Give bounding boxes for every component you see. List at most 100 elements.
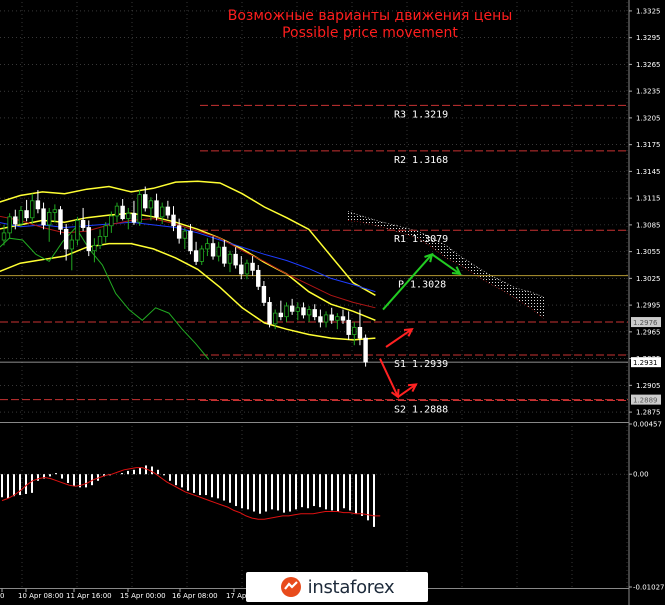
- candle-bear: [63, 228, 69, 250]
- time-tick-label: 16 Apr 08:00: [172, 592, 218, 600]
- candle-bear: [176, 225, 182, 239]
- time-tick-label: 10 Apr 08:00: [18, 592, 64, 600]
- candle-bear: [165, 206, 171, 216]
- candle-bear: [41, 208, 46, 226]
- price-tick-label: 1.2875: [636, 409, 661, 417]
- candle-bear: [340, 316, 346, 321]
- time-tick-label: 0: [0, 592, 4, 600]
- price-tick-label: 1.2905: [636, 382, 661, 390]
- brand-mark-icon: [280, 577, 301, 597]
- price-tick-label: 1.3085: [636, 221, 661, 229]
- candle-bull: [199, 248, 204, 262]
- candle-bull: [205, 243, 210, 250]
- candle-bull: [103, 225, 108, 237]
- indicator-lines: [0, 180, 376, 360]
- candle-bull: [244, 262, 250, 275]
- candle-bull: [306, 309, 312, 316]
- price-tick-label: 1.3235: [636, 88, 661, 96]
- candle-bear: [13, 216, 18, 225]
- price-tick-label: 1.2995: [636, 302, 661, 310]
- arrow-bounce-leg: [385, 328, 413, 348]
- level-label-r3: R3 1.3219: [394, 109, 448, 120]
- candle-bear: [188, 230, 193, 252]
- candle-bull: [1, 232, 7, 241]
- candle-bull: [159, 206, 165, 218]
- candle-bear: [233, 253, 238, 266]
- price-tag-label: 1.2976: [633, 319, 658, 327]
- candle-bear: [120, 205, 125, 220]
- candle-bear: [24, 210, 29, 219]
- price-tick-label: 1.3025: [636, 275, 661, 283]
- candle-bull: [52, 209, 58, 213]
- candle-bear: [86, 227, 91, 252]
- candle-bear: [154, 200, 159, 218]
- oscillator-panel: [0, 465, 628, 527]
- chart-title-en: Possible price movement: [282, 25, 458, 41]
- candle-bear: [318, 316, 323, 323]
- brand-name: instaforex: [307, 576, 395, 598]
- price-tick-label: 1.3205: [636, 114, 661, 122]
- bollinger-middle: [0, 212, 376, 321]
- time-tick-label: 11 Apr 16:00: [66, 592, 112, 600]
- candle-bull: [352, 326, 357, 335]
- candle-bull: [97, 236, 103, 246]
- level-label-s1: S1 1.2939: [394, 359, 448, 370]
- candle-bull: [92, 244, 97, 252]
- candle-bear: [261, 285, 267, 303]
- candle-bear: [239, 264, 244, 275]
- candle-bull: [30, 200, 35, 219]
- candle-bull: [69, 239, 74, 250]
- osc-tick-label: 0.00457: [633, 421, 662, 429]
- candle-bull: [148, 200, 154, 209]
- candle-bear: [312, 309, 317, 318]
- candle-bear: [329, 314, 334, 321]
- candle-bull: [227, 253, 233, 264]
- candle-bull: [335, 316, 340, 321]
- price-tick-label: 1.3265: [636, 61, 661, 69]
- candle-bear: [131, 212, 137, 223]
- candle-bear: [267, 302, 272, 325]
- candle-bear: [222, 246, 227, 264]
- bollinger-lower: [0, 242, 376, 341]
- candle-bull: [18, 210, 24, 225]
- candle-bull: [216, 246, 221, 257]
- candle-bear: [357, 326, 363, 339]
- osc-signal-line: [1, 467, 381, 520]
- candle-bull: [272, 312, 278, 325]
- candle-bear: [80, 220, 86, 228]
- level-label-r2: R2 1.3168: [394, 155, 448, 166]
- candle-bull: [323, 314, 329, 323]
- level-label-r1: R1 1.3079: [394, 234, 448, 245]
- candle-bull: [295, 307, 300, 312]
- time-axis: 0 10 Apr 08:00 11 Apr 16:00 15 Apr 00:00 16 …: [0, 588, 247, 600]
- candle-bear: [301, 307, 306, 316]
- price-tick-label: 1.3175: [636, 141, 661, 149]
- price-tick-label: 1.3055: [636, 248, 661, 256]
- candle-bear: [171, 214, 176, 227]
- price-tag-label: 1.2931: [633, 359, 658, 367]
- candles: [1, 186, 368, 367]
- price-chart: R3 1.3219R2 1.3168R1 1.3079P 1.3028S1 1.…: [0, 0, 664, 605]
- candle-bull: [182, 230, 187, 239]
- slow-line: [0, 215, 376, 309]
- candle-bull: [7, 216, 12, 234]
- candle-bull: [284, 305, 289, 318]
- level-label-s2: S2 1.2888: [394, 404, 448, 415]
- candle-bear: [363, 337, 368, 363]
- candle-bull: [137, 194, 142, 223]
- price-tick-label: 1.3145: [636, 168, 661, 176]
- candle-bull: [126, 212, 131, 220]
- chart-title-ru: Возможные варианты движения цены: [227, 8, 513, 24]
- candle-bear: [58, 209, 63, 230]
- candle-bear: [278, 312, 284, 318]
- lagging-line: [0, 226, 210, 360]
- candle-bull: [47, 211, 52, 226]
- price-tick-label: 1.2965: [636, 328, 661, 336]
- instaforex-logo: instaforex: [246, 572, 428, 602]
- price-axis: 1.33251.32951.32651.32351.32051.31751.31…: [0, 0, 664, 605]
- candle-bear: [143, 194, 148, 209]
- osc-tick-label: 0.00: [633, 471, 649, 479]
- candle-bull: [114, 205, 120, 217]
- candle-bear: [210, 243, 216, 257]
- candle-bear: [35, 200, 41, 210]
